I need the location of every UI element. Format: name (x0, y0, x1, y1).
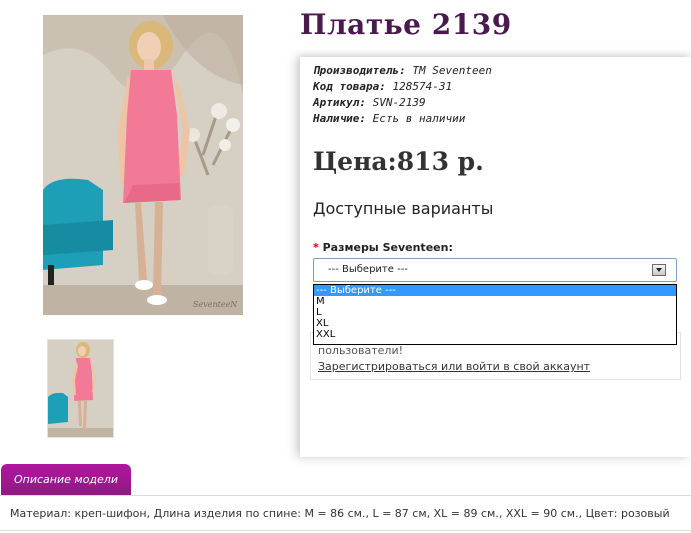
dropdown-option[interactable]: L (314, 307, 676, 318)
size-select[interactable]: --- Выберите --- (313, 258, 677, 282)
product-thumbnail[interactable] (47, 339, 114, 438)
login-notice-text: пользователи! (318, 344, 404, 357)
size-dropdown-list[interactable]: --- Выберите --- M L XL XXL (313, 284, 677, 345)
size-label-text: Размеры Seventeen: (322, 241, 453, 254)
description-text: Материал: креп-шифон, Длина изделия по с… (10, 507, 670, 520)
product-price: Цена:813 р. (313, 147, 484, 176)
manufacturer-value: TM Seventeen (412, 64, 492, 77)
manufacturer-label: Производитель: (313, 64, 406, 77)
thumbnail-illustration (48, 340, 113, 437)
product-photo[interactable]: SeventeeN (43, 15, 243, 315)
product-title: Платье 2139 (300, 8, 512, 41)
size-select-value: --- Выберите --- (328, 264, 408, 275)
product-code-label: Код товара: (313, 80, 386, 93)
article-label: Артикул: (313, 96, 366, 109)
available-options-heading: Доступные варианты (313, 199, 494, 218)
article-row: Артикул: SVN-2139 (313, 95, 492, 111)
size-select-label: * Размеры Seventeen: (313, 241, 453, 254)
description-panel: Материал: креп-шифон, Длина изделия по с… (0, 495, 691, 531)
register-login-link[interactable]: Зарегистрироваться или войти в свой акка… (318, 360, 590, 373)
availability-value: Есть в наличии (372, 112, 466, 125)
dropdown-option[interactable]: --- Выберите --- (314, 285, 676, 296)
product-code-value: 128574-31 (392, 80, 453, 93)
product-info-panel: Производитель: TM Seventeen Код товара: … (300, 57, 691, 457)
dress-photo-illustration: SeventeeN (43, 15, 243, 315)
article-value: SVN-2139 (372, 96, 426, 109)
required-marker: * (313, 241, 319, 254)
dropdown-option[interactable]: XXL (314, 329, 676, 340)
chevron-down-icon[interactable] (652, 264, 666, 276)
availability-row: Наличие: Есть в наличии (313, 111, 492, 127)
manufacturer-row: Производитель: TM Seventeen (313, 63, 492, 79)
availability-label: Наличие: (313, 112, 366, 125)
watermark: SeventeeN (193, 300, 238, 309)
dropdown-option[interactable]: XL (314, 318, 676, 329)
product-details: Производитель: TM Seventeen Код товара: … (313, 63, 492, 127)
tab-description[interactable]: Описание модели (1, 464, 131, 495)
dropdown-option[interactable]: M (314, 296, 676, 307)
product-code-row: Код товара: 128574-31 (313, 79, 492, 95)
